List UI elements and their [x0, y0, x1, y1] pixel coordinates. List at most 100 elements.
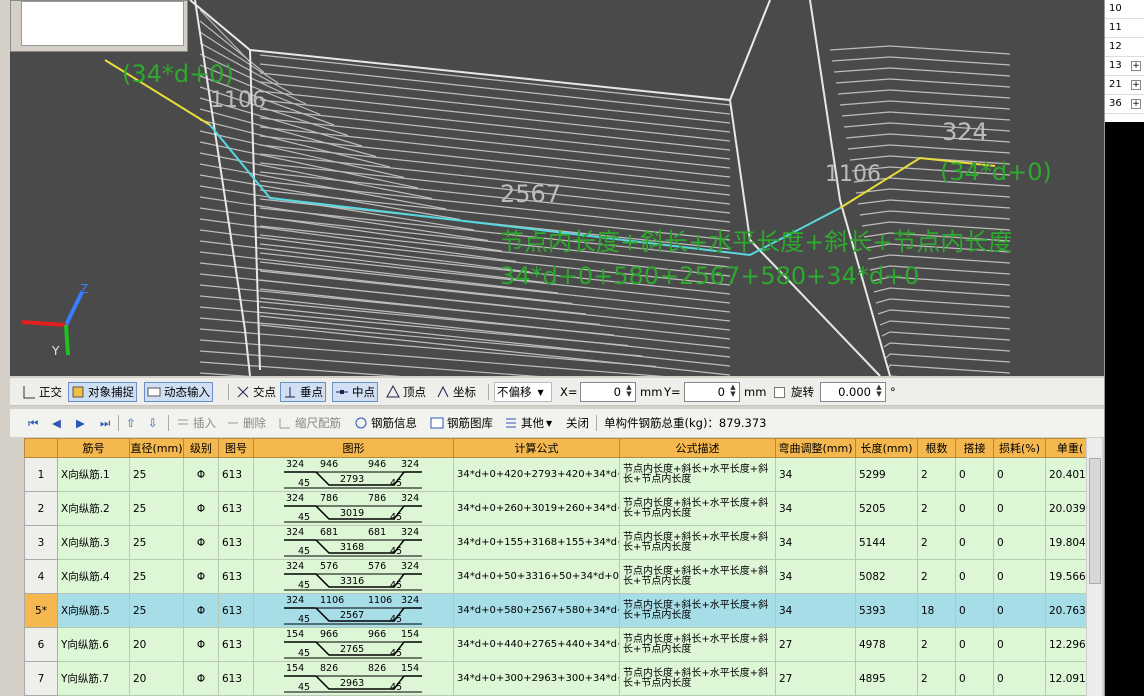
expand-icon[interactable]: +	[1131, 99, 1141, 109]
col-header[interactable]: 根数	[917, 438, 956, 458]
cell-formula[interactable]: 34*d+0+580+2567+580+34*d+0	[453, 593, 620, 628]
col-header[interactable]: 弯曲调整(mm)	[775, 438, 856, 458]
col-header[interactable]: 公式描述	[619, 438, 776, 458]
cell-count[interactable]: 2	[917, 661, 956, 696]
delete-button[interactable]: 删除	[224, 413, 268, 433]
cell-formula[interactable]: 34*d+0+420+2793+420+34*d+0	[453, 457, 620, 492]
cell-figure-no[interactable]: 613	[218, 593, 254, 628]
midpoint-button[interactable]: 中点	[332, 382, 378, 402]
cell-loss[interactable]: 0	[993, 661, 1046, 696]
cell-count[interactable]: 18	[917, 593, 956, 628]
cell-bar-name[interactable]: X向纵筋.4	[57, 559, 130, 594]
cell-bar-name[interactable]: X向纵筋.1	[57, 457, 130, 492]
cell-bend-adjust[interactable]: 34	[775, 525, 856, 560]
cell-bar-name[interactable]: X向纵筋.5	[57, 593, 130, 628]
other-menu-button[interactable]: 其他 ▼	[502, 413, 554, 433]
cell-loss[interactable]: 0	[993, 559, 1046, 594]
cell-diameter[interactable]: 25	[129, 457, 184, 492]
table-row[interactable]: 6 Y向纵筋.6 20 Φ 613 154 966 966 154 45 276…	[24, 627, 1094, 662]
cell-bar-name[interactable]: X向纵筋.3	[57, 525, 130, 560]
table-row[interactable]: 2 X向纵筋.2 25 Φ 613 324 786 786 324 45 301…	[24, 491, 1094, 526]
cell-formula-desc[interactable]: 节点内长度+斜长+水平长度+斜长+节点内长度	[619, 559, 776, 594]
expand-icon[interactable]: +	[1131, 80, 1141, 90]
intersect-button[interactable]: 交点	[234, 382, 278, 402]
table-row[interactable]: 4 X向纵筋.4 25 Φ 613 324 576 576 324 45 331…	[24, 559, 1094, 594]
cell-lap[interactable]: 0	[955, 627, 994, 662]
row-number[interactable]: 7	[24, 661, 58, 696]
cell-shape[interactable]: 324 576 576 324 45 3316 45	[253, 559, 454, 594]
cell-lap[interactable]: 0	[955, 457, 994, 492]
3d-viewport[interactable]: (34*d+0) 1106 2567 1106 324 (34*d+0) 节点内…	[10, 0, 1104, 376]
cell-count[interactable]: 2	[917, 525, 956, 560]
cell-bend-adjust[interactable]: 27	[775, 661, 856, 696]
col-header[interactable]: 损耗(%)	[993, 438, 1046, 458]
insert-button[interactable]: 插入	[174, 413, 218, 433]
spinner-icon[interactable]: ▲ ▼	[624, 384, 634, 400]
cell-diameter[interactable]: 25	[129, 593, 184, 628]
tree-row[interactable]: 36 +	[1105, 95, 1144, 114]
spinner-icon[interactable]: ▲ ▼	[874, 384, 884, 400]
cell-lap[interactable]: 0	[955, 661, 994, 696]
cell-formula[interactable]: 34*d+0+300+2963+300+34*d+0	[453, 661, 620, 696]
cell-lap[interactable]: 0	[955, 559, 994, 594]
scrollbar-thumb[interactable]	[1089, 458, 1101, 584]
row-number[interactable]: 1	[24, 457, 58, 492]
cell-formula-desc[interactable]: 节点内长度+斜长+水平长度+斜长+节点内长度	[619, 593, 776, 628]
cell-formula-desc[interactable]: 节点内长度+斜长+水平长度+斜长+节点内长度	[619, 627, 776, 662]
cell-formula[interactable]: 34*d+0+440+2765+440+34*d+0	[453, 627, 620, 662]
cell-loss[interactable]: 0	[993, 593, 1046, 628]
cell-bend-adjust[interactable]: 34	[775, 491, 856, 526]
cell-grade[interactable]: Φ	[183, 559, 219, 594]
cell-lap[interactable]: 0	[955, 593, 994, 628]
cell-formula-desc[interactable]: 节点内长度+斜长+水平长度+斜长+节点内长度	[619, 457, 776, 492]
table-row[interactable]: 3 X向纵筋.3 25 Φ 613 324 681 681 324 45 316…	[24, 525, 1094, 560]
cell-grade[interactable]: Φ	[183, 525, 219, 560]
x-input[interactable]: 0 ▲ ▼	[580, 382, 636, 402]
cell-length[interactable]: 4978	[855, 627, 918, 662]
tree-row[interactable]: 12	[1105, 38, 1144, 57]
cell-diameter[interactable]: 20	[129, 661, 184, 696]
cell-loss[interactable]: 0	[993, 525, 1046, 560]
col-header[interactable]: 长度(mm)	[855, 438, 918, 458]
snap-button[interactable]: 对象捕捉	[68, 382, 137, 402]
rotate-input[interactable]: 0.000 ▲ ▼	[820, 382, 886, 402]
row-number[interactable]: 5*	[24, 593, 58, 628]
cell-diameter[interactable]: 20	[129, 627, 184, 662]
col-header[interactable]: 图号	[218, 438, 254, 458]
cell-shape[interactable]: 154 966 966 154 45 2765 45	[253, 627, 454, 662]
cell-figure-no[interactable]: 613	[218, 627, 254, 662]
cell-grade[interactable]: Φ	[183, 593, 219, 628]
cell-figure-no[interactable]: 613	[218, 457, 254, 492]
cell-loss[interactable]: 0	[993, 491, 1046, 526]
cell-length[interactable]: 4895	[855, 661, 918, 696]
row-number[interactable]: 4	[24, 559, 58, 594]
cell-grade[interactable]: Φ	[183, 627, 219, 662]
table-row[interactable]: 1 X向纵筋.1 25 Φ 613 324 946 946 324 45 279…	[24, 457, 1094, 492]
cell-formula[interactable]: 34*d+0+260+3019+260+34*d+0	[453, 491, 620, 526]
cell-bar-name[interactable]: Y向纵筋.7	[57, 661, 130, 696]
table-row[interactable]: 5* X向纵筋.5 25 Φ 613 324 1106 1106 324 45 …	[24, 593, 1094, 628]
rebar-library-button[interactable]: 钢筋图库	[428, 413, 495, 433]
cell-grade[interactable]: Φ	[183, 457, 219, 492]
cell-diameter[interactable]: 25	[129, 525, 184, 560]
tree-row[interactable]: 21 +	[1105, 76, 1144, 95]
cell-count[interactable]: 2	[917, 491, 956, 526]
cell-shape[interactable]: 154 826 826 154 45 2963 45	[253, 661, 454, 696]
spinner-icon[interactable]: ▲ ▼	[728, 384, 738, 400]
coordinate-button[interactable]: 坐标	[434, 382, 478, 402]
cell-formula-desc[interactable]: 节点内长度+斜长+水平长度+斜长+节点内长度	[619, 525, 776, 560]
cell-figure-no[interactable]: 613	[218, 661, 254, 696]
table-row[interactable]: 7 Y向纵筋.7 20 Φ 613 154 826 826 154 45 296…	[24, 661, 1094, 696]
cell-formula[interactable]: 34*d+0+50+3316+50+34*d+0	[453, 559, 620, 594]
tree-row[interactable]: 13 +	[1105, 57, 1144, 76]
cell-bar-name[interactable]: Y向纵筋.6	[57, 627, 130, 662]
y-input[interactable]: 0 ▲ ▼	[684, 382, 740, 402]
cell-length[interactable]: 5144	[855, 525, 918, 560]
col-header[interactable]: 搭接	[955, 438, 994, 458]
cell-grade[interactable]: Φ	[183, 661, 219, 696]
cell-count[interactable]: 2	[917, 559, 956, 594]
cell-lap[interactable]: 0	[955, 525, 994, 560]
perpendicular-button[interactable]: 垂点	[280, 382, 326, 402]
cell-bend-adjust[interactable]: 34	[775, 457, 856, 492]
cell-shape[interactable]: 324 681 681 324 45 3168 45	[253, 525, 454, 560]
